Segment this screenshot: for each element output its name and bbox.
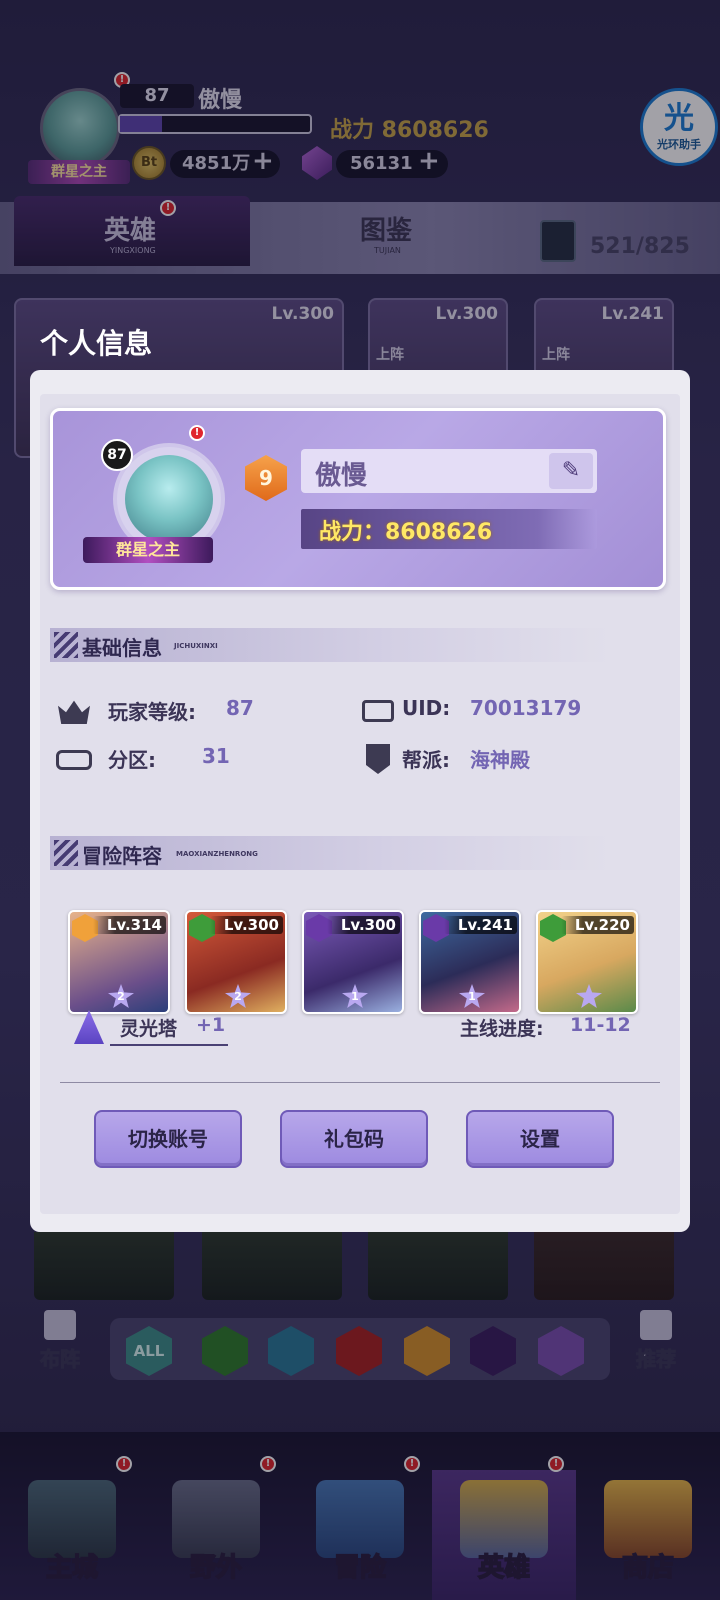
profile-level-badge: 87 — [101, 439, 133, 471]
spirit-tower-icon — [74, 1010, 104, 1044]
id-card-icon — [362, 700, 394, 722]
guild-shield-icon — [366, 744, 390, 774]
lineup-hero[interactable]: Lv.314 2 — [68, 910, 170, 1014]
stripe-icon — [54, 840, 78, 866]
basic-info-header: 基础信息 JICHUXINXI — [50, 628, 610, 662]
lineup-sublabel: MAOXIANZHENRONG — [176, 850, 258, 858]
profile-card: 87 ! 群星之主 9 傲慢 ✎ 战力：8608626 — [50, 408, 666, 590]
lineup-hero[interactable]: Lv.300 1 — [302, 910, 404, 1014]
basic-info-title: 基础信息 — [82, 636, 162, 660]
profile-name: 傲慢 — [315, 461, 368, 491]
modal-title: 个人信息 — [40, 327, 153, 360]
crown-icon — [58, 700, 90, 724]
stripe-icon — [54, 632, 78, 658]
hero-level: Lv.300 — [209, 916, 283, 934]
player-level-value: 87 — [226, 696, 254, 720]
pencil-icon: ✎ — [561, 458, 581, 483]
lineup-header: 冒险阵容 MAOXIANZHENRONG — [50, 836, 610, 870]
edit-name-button[interactable]: ✎ — [549, 453, 593, 489]
switch-account-button[interactable]: 切换账号 — [94, 1110, 242, 1168]
vip-level-badge: 9 — [245, 455, 287, 501]
guild-value: 海神殿 — [470, 748, 530, 772]
main-progress-value: 11-12 — [570, 1014, 631, 1036]
main-progress-label: 主线进度: — [460, 1018, 544, 1040]
hero-level: Lv.241 — [443, 916, 517, 934]
hero-level: Lv.220 — [560, 916, 634, 934]
profile-power: 战力：8608626 — [319, 520, 493, 545]
name-field: 傲慢 ✎ — [301, 449, 597, 493]
hero-level: Lv.314 — [92, 916, 166, 934]
lineup-hero[interactable]: Lv.220 — [536, 910, 638, 1014]
divider — [60, 1082, 660, 1083]
spirit-tower-underline — [110, 1044, 228, 1046]
player-level-label: 玩家等级: — [108, 700, 196, 724]
lineup-title: 冒险阵容 — [82, 844, 162, 868]
uid-value: 70013179 — [470, 696, 582, 720]
profile-avatar — [125, 455, 213, 543]
gift-code-button[interactable]: 礼包码 — [280, 1110, 428, 1168]
basic-info-sublabel: JICHUXINXI — [174, 642, 218, 650]
hero-level: Lv.300 — [326, 916, 400, 934]
server-icon — [56, 750, 92, 770]
modal-body: 87 ! 群星之主 9 傲慢 ✎ 战力：8608626 基础信息 JICHUXI… — [40, 394, 680, 1214]
lineup-hero[interactable]: Lv.241 1 — [419, 910, 521, 1014]
profile-title-badge: 群星之主 — [83, 537, 213, 563]
profile-modal: 87 ! 群星之主 9 傲慢 ✎ 战力：8608626 基础信息 JICHUXI… — [30, 370, 690, 1232]
zone-label: 分区: — [108, 748, 156, 772]
profile-alert-dot: ! — [189, 425, 205, 441]
uid-label: UID: — [402, 696, 451, 720]
zone-value: 31 — [202, 744, 230, 768]
lineup-hero[interactable]: Lv.300 2 — [185, 910, 287, 1014]
power-field: 战力：8608626 — [301, 509, 597, 549]
guild-label: 帮派: — [402, 748, 450, 772]
spirit-tower-label: 灵光塔 — [120, 1018, 178, 1040]
settings-button[interactable]: 设置 — [466, 1110, 614, 1168]
spirit-tower-value: +1 — [196, 1014, 226, 1036]
